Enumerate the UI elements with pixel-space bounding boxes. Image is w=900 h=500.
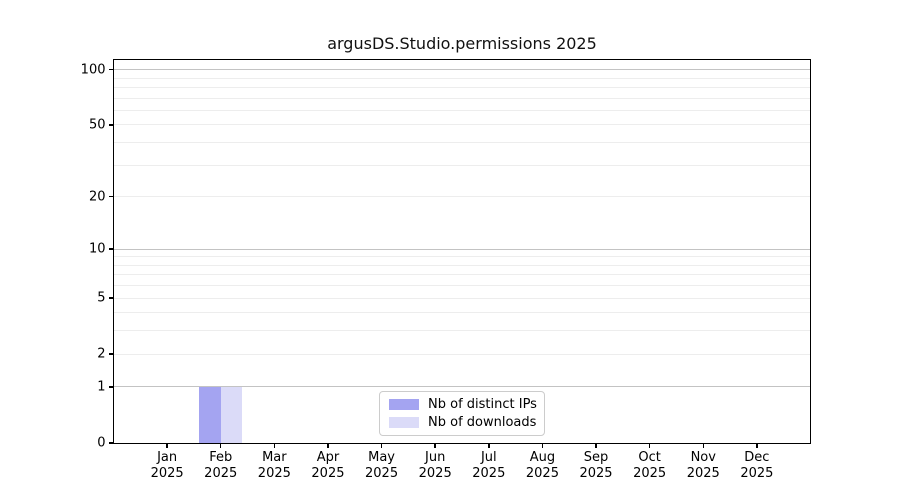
- legend-swatch-icon: [389, 399, 419, 410]
- x-tick-mark: [703, 444, 705, 448]
- x-tick-year: 2025: [137, 466, 197, 482]
- x-tick-label: May2025: [352, 450, 412, 482]
- x-tick-month: Sep: [566, 450, 626, 466]
- x-tick-mark: [595, 444, 597, 448]
- y-tick-label: 20: [46, 190, 106, 203]
- x-tick-year: 2025: [244, 466, 304, 482]
- x-tick-mark: [166, 444, 168, 448]
- x-tick-month: Dec: [727, 450, 787, 466]
- x-tick-mark: [274, 444, 276, 448]
- x-tick-year: 2025: [191, 466, 251, 482]
- x-tick-mark: [434, 444, 436, 448]
- x-tick-mark: [381, 444, 383, 448]
- x-tick-month: May: [352, 450, 412, 466]
- x-tick-year: 2025: [405, 466, 465, 482]
- y-tick-label: 5: [46, 292, 106, 305]
- x-tick-year: 2025: [727, 466, 787, 482]
- x-tick-year: 2025: [620, 466, 680, 482]
- x-tick-mark: [488, 444, 490, 448]
- y-tick-label: 50: [46, 118, 106, 131]
- y-tick-label: 2: [46, 348, 106, 361]
- x-tick-label: Jan2025: [137, 450, 197, 482]
- x-tick-month: Feb: [191, 450, 251, 466]
- x-tick-label: Nov2025: [673, 450, 733, 482]
- legend: Nb of distinct IPs Nb of downloads: [379, 391, 545, 436]
- x-tick-label: Oct2025: [620, 450, 680, 482]
- x-tick-label: Feb2025: [191, 450, 251, 482]
- y-tick-mark: [109, 196, 113, 198]
- x-tick-mark: [756, 444, 758, 448]
- axes-frame: [113, 59, 811, 444]
- y-tick-mark: [109, 69, 113, 71]
- x-tick-label: Jul2025: [459, 450, 519, 482]
- legend-swatch-icon: [389, 417, 419, 428]
- x-tick-mark: [649, 444, 651, 448]
- x-tick-month: Apr: [298, 450, 358, 466]
- x-tick-year: 2025: [566, 466, 626, 482]
- legend-item: Nb of distinct IPs: [389, 397, 535, 412]
- legend-item-label: Nb of distinct IPs: [428, 397, 537, 412]
- x-tick-label: Sep2025: [566, 450, 626, 482]
- x-tick-month: Oct: [620, 450, 680, 466]
- x-tick-year: 2025: [459, 466, 519, 482]
- y-tick-mark: [109, 124, 113, 126]
- y-tick-mark: [109, 297, 113, 299]
- y-tick-mark: [109, 386, 113, 388]
- x-tick-month: Jun: [405, 450, 465, 466]
- y-tick-mark: [109, 353, 113, 355]
- y-tick-mark: [109, 248, 113, 250]
- x-tick-label: Aug2025: [512, 450, 572, 482]
- x-tick-mark: [327, 444, 329, 448]
- x-tick-month: Jan: [137, 450, 197, 466]
- legend-item-label: Nb of downloads: [428, 415, 536, 430]
- y-tick-label: 1: [46, 380, 106, 393]
- x-tick-label: Apr2025: [298, 450, 358, 482]
- y-tick-label: 0: [46, 437, 106, 450]
- y-tick-label: 100: [46, 63, 106, 76]
- x-tick-year: 2025: [298, 466, 358, 482]
- x-tick-mark: [542, 444, 544, 448]
- x-tick-year: 2025: [512, 466, 572, 482]
- y-tick-label: 10: [46, 243, 106, 256]
- x-tick-label: Dec2025: [727, 450, 787, 482]
- x-tick-label: Mar2025: [244, 450, 304, 482]
- x-tick-year: 2025: [352, 466, 412, 482]
- x-tick-month: Nov: [673, 450, 733, 466]
- legend-item: Nb of downloads: [389, 415, 535, 430]
- x-tick-month: Aug: [512, 450, 572, 466]
- x-tick-month: Jul: [459, 450, 519, 466]
- x-tick-label: Jun2025: [405, 450, 465, 482]
- x-tick-month: Mar: [244, 450, 304, 466]
- x-tick-mark: [220, 444, 222, 448]
- x-tick-year: 2025: [673, 466, 733, 482]
- y-tick-mark: [109, 442, 113, 444]
- download-stats-chart: argusDS.Studio.permissions 2025 01251020…: [0, 0, 900, 500]
